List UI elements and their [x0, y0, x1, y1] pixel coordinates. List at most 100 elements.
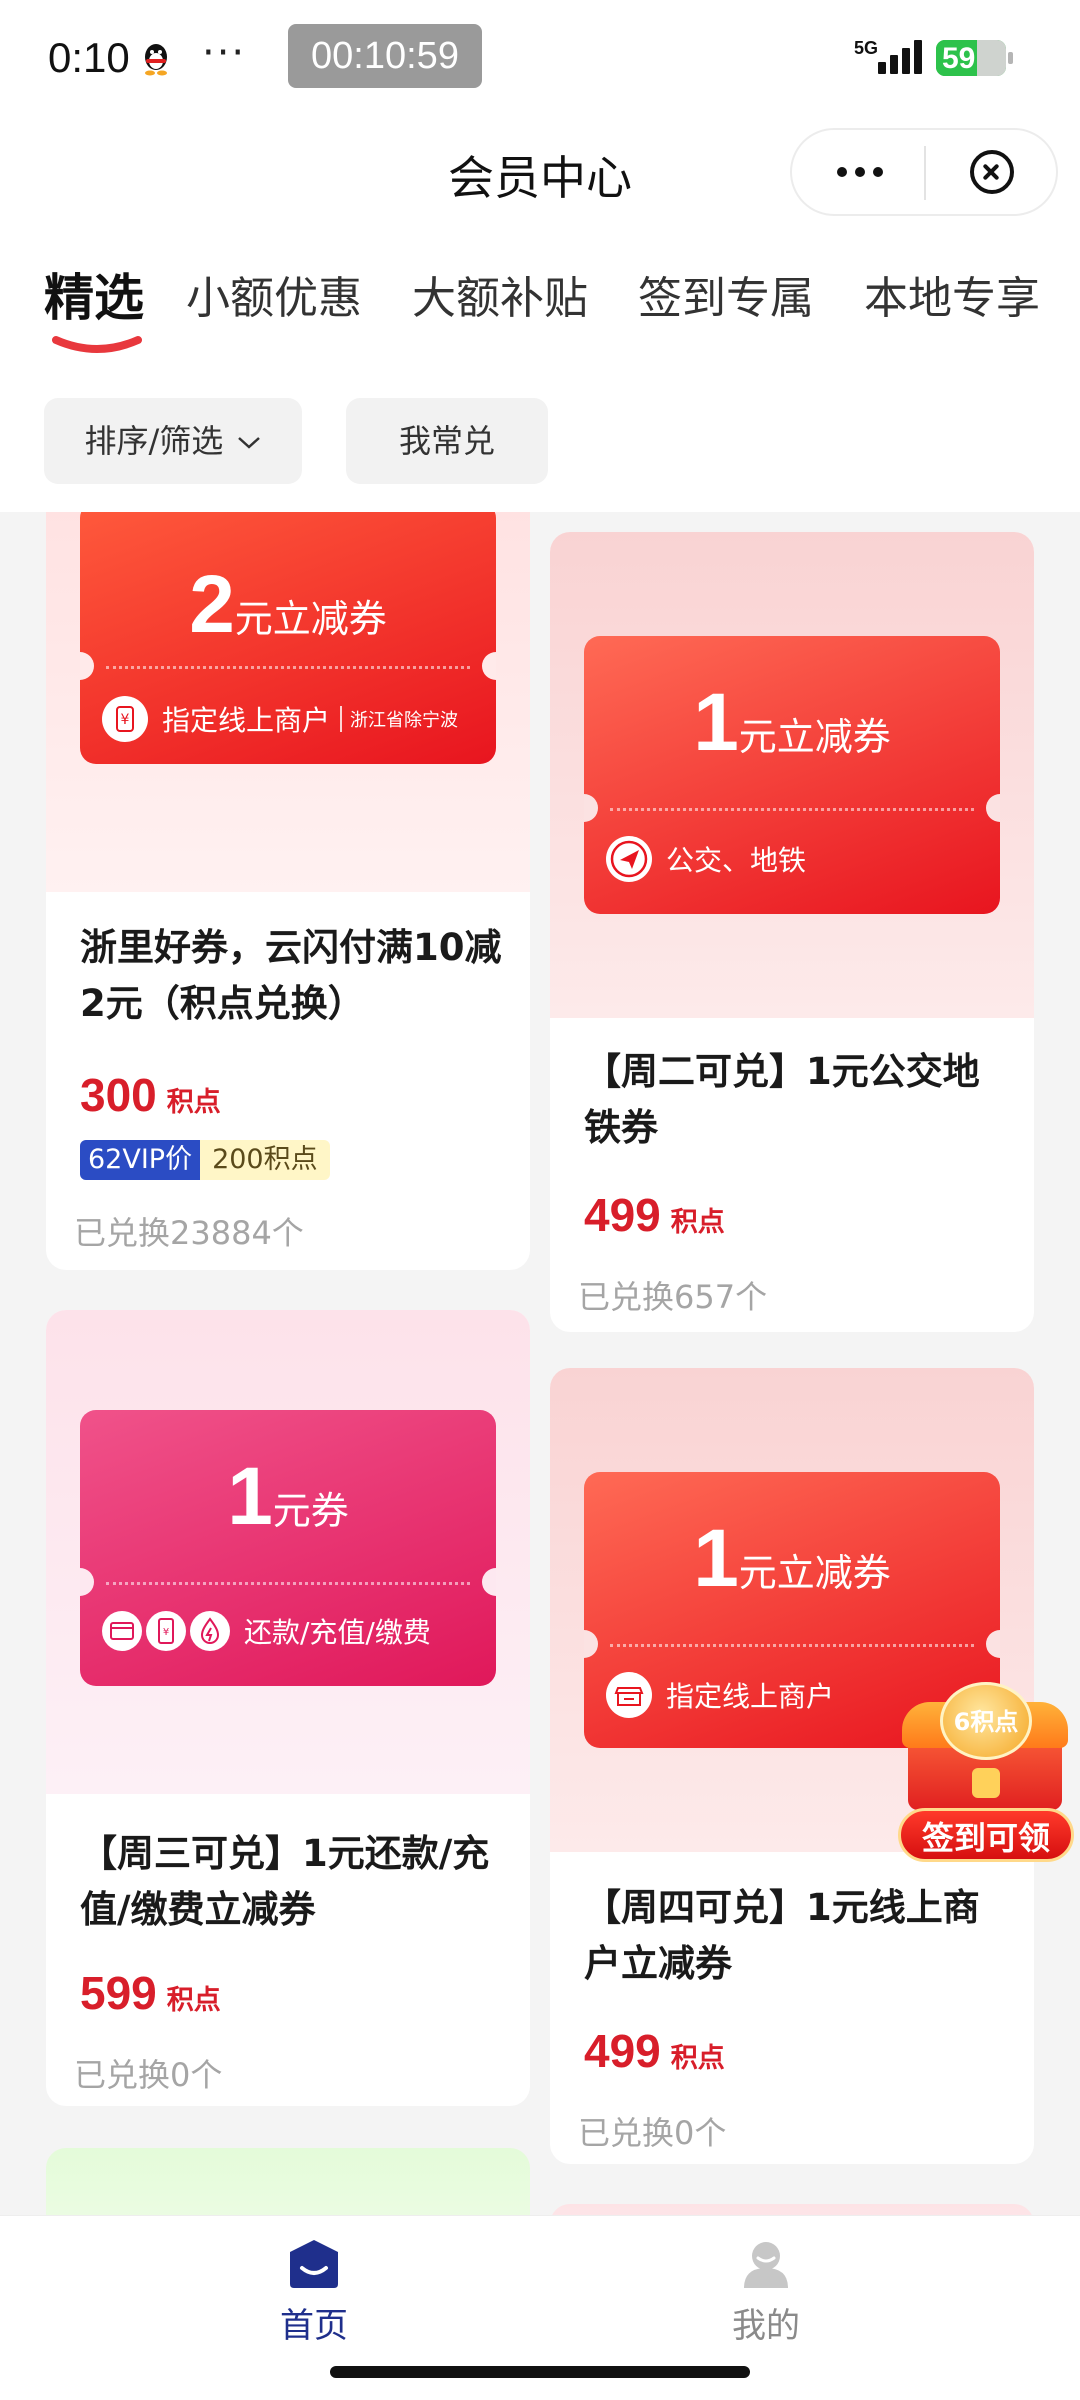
dot-icon — [837, 167, 847, 177]
nav-home-label: 首页 — [280, 2306, 348, 2346]
coupon-amount: 1 — [693, 677, 739, 768]
more-menu-button[interactable] — [820, 144, 900, 200]
coupon-unit: 元立减券 — [738, 1551, 891, 1595]
battery-icon: 59 — [936, 40, 1006, 76]
coupon-unit: 元券 — [272, 1489, 349, 1533]
nav-profile-label: 我的 — [732, 2306, 800, 2346]
coupon-scope-text: 指定线上商户 — [162, 704, 331, 737]
coupon-scope-text: 指定线上商户 — [666, 1680, 835, 1713]
coupon-scope-text: 还款/充值/缴费 — [244, 1616, 431, 1649]
product-title: 【周四可兑】1元线上商户立减券 — [584, 1886, 980, 1985]
coupon-scope: 公交、地铁 — [606, 834, 806, 884]
redeemed-count: 已兑换0个 — [578, 2114, 727, 2152]
frequently-redeemed-button[interactable]: 我常兑 — [346, 398, 548, 484]
price-value: 300 — [80, 1069, 157, 1121]
coupon-ticket: 2元立减券 ¥ 指定线上商户 浙江省除宁波 — [80, 512, 496, 764]
product-card-partial[interactable] — [550, 2204, 1034, 2215]
coupon-ticket: 1元券 ¥ 还款/充值/缴费 — [80, 1410, 496, 1686]
coupon-value: 2元立减券 — [80, 558, 496, 652]
nav-profile[interactable]: 我的 — [666, 2238, 866, 2347]
battery-percent: 59 — [942, 42, 976, 75]
coupon-divider — [610, 808, 974, 811]
signal-bars-icon — [878, 40, 922, 74]
coupon-scope: ¥ 还款/充值/缴费 — [102, 1606, 431, 1656]
capsule-divider — [924, 146, 926, 200]
storefront-icon — [606, 1672, 652, 1718]
coupon-notch — [482, 1568, 496, 1596]
active-tab-indicator — [52, 336, 142, 353]
coupon-banner: 1元立减券 公交、地铁 — [550, 532, 1034, 1018]
coupon-notch — [80, 652, 94, 680]
coupon-amount: 2 — [189, 559, 235, 650]
coupon-divider — [610, 1644, 974, 1647]
network-type: 5G — [854, 38, 879, 58]
status-time: 0:10 — [48, 34, 130, 81]
product-card[interactable]: 1元券 ¥ 还款/充值/缴费 【周三可兑】1元还款/充值/缴费立减券 599 积… — [46, 1310, 530, 2106]
product-title: 【周二可兑】1元公交地铁券 — [584, 1050, 980, 1149]
coupon-notch — [584, 1630, 598, 1658]
checkin-reward-badge[interactable]: 6积点 签到可领 — [898, 1682, 1074, 1862]
dot-icon — [873, 167, 883, 177]
product-price: 499 积点 — [584, 1188, 725, 1242]
tab-small-discount[interactable]: 小额优惠 — [186, 262, 362, 326]
tab-local-exclusive[interactable]: 本地专享 — [864, 262, 1040, 326]
price-unit: 积点 — [670, 1207, 725, 1238]
reward-points: 6积点 — [953, 1708, 1019, 1736]
screen-record-timer: 00:10:59 — [288, 24, 482, 88]
qq-penguin-icon — [145, 44, 167, 76]
coupon-notch — [986, 794, 1000, 822]
vip-label: 62VIP价 — [80, 1140, 201, 1180]
coupon-value: 1元立减券 — [584, 1512, 1000, 1606]
dot-icon — [855, 167, 865, 177]
product-title: 【周三可兑】1元还款/充值/缴费立减券 — [80, 1832, 490, 1931]
bottom-navigation: 首页 我的 — [0, 2215, 1080, 2400]
coupon-scope: ¥ 指定线上商户 浙江省除宁波 — [102, 694, 458, 744]
utility-bill-icon — [190, 1611, 230, 1651]
category-tabs: 精选 小额优惠 大额补贴 签到专属 本地专享 — [0, 262, 1080, 362]
coupon-notch — [986, 1630, 1000, 1658]
coupon-value: 1元券 — [80, 1450, 496, 1544]
coupon-notch — [482, 652, 496, 680]
tab-featured[interactable]: 精选 — [44, 258, 144, 330]
coupon-divider — [106, 1582, 470, 1585]
svg-text:¥: ¥ — [163, 1627, 169, 1638]
product-card[interactable]: 1元立减券 公交、地铁 【周二可兑】1元公交地铁券 499 积点 已兑换657个 — [550, 532, 1034, 1332]
battery-cap — [1008, 52, 1013, 64]
vip-price-badge: 62VIP价 200积点 — [80, 1140, 330, 1180]
battery-empty — [977, 40, 1006, 76]
status-bar: 0:10 ··· 00:10:59 5G 59 — [0, 0, 1080, 118]
yuan-icon: ¥ — [102, 696, 148, 742]
nav-home[interactable]: 首页 — [214, 2238, 414, 2347]
checkin-claim-label: 签到可领 — [898, 1808, 1074, 1862]
coupon-amount: 1 — [227, 1451, 273, 1542]
product-card-partial[interactable] — [46, 2148, 530, 2215]
sort-filter-button[interactable]: 排序/筛选 — [44, 398, 302, 484]
coupon-value: 1元立减券 — [584, 676, 1000, 770]
product-grid: 2元立减券 ¥ 指定线上商户 浙江省除宁波 浙里好券，云闪付满10减2元（积点兑… — [0, 512, 1080, 2215]
coupon-scope: 指定线上商户 — [606, 1670, 834, 1720]
tab-checkin-exclusive[interactable]: 签到专属 — [638, 262, 814, 326]
coupon-region: 浙江省除宁波 — [340, 706, 458, 732]
coupon-unit: 元立减券 — [738, 715, 891, 759]
product-card[interactable]: 2元立减券 ¥ 指定线上商户 浙江省除宁波 浙里好券，云闪付满10减2元（积点兑… — [46, 512, 530, 1270]
redeemed-count: 已兑换0个 — [74, 2056, 223, 2094]
tab-large-subsidy[interactable]: 大额补贴 — [412, 262, 588, 326]
redeemed-count: 已兑换23884个 — [74, 1214, 304, 1252]
close-icon[interactable] — [970, 150, 1014, 194]
home-indicator — [330, 2366, 750, 2378]
coupon-divider — [106, 666, 470, 669]
coupon-banner: 1元券 ¥ 还款/充值/缴费 — [46, 1310, 530, 1794]
home-icon — [286, 2238, 342, 2290]
chest-lock-icon — [972, 1768, 1000, 1798]
coupon-amount: 1 — [693, 1513, 739, 1604]
price-value: 499 — [584, 2025, 661, 2077]
price-value: 599 — [80, 1967, 157, 2019]
product-title: 浙里好券，云闪付满10减2元（积点兑换） — [80, 926, 502, 1025]
svg-text:¥: ¥ — [121, 712, 130, 728]
phone-recharge-icon: ¥ — [146, 1611, 186, 1651]
product-price: 300 积点 — [80, 1068, 221, 1122]
vip-price: 200积点 — [200, 1140, 330, 1180]
price-unit: 积点 — [166, 1087, 221, 1118]
redeemed-count: 已兑换657个 — [578, 1278, 768, 1316]
credit-card-icon — [102, 1611, 142, 1651]
